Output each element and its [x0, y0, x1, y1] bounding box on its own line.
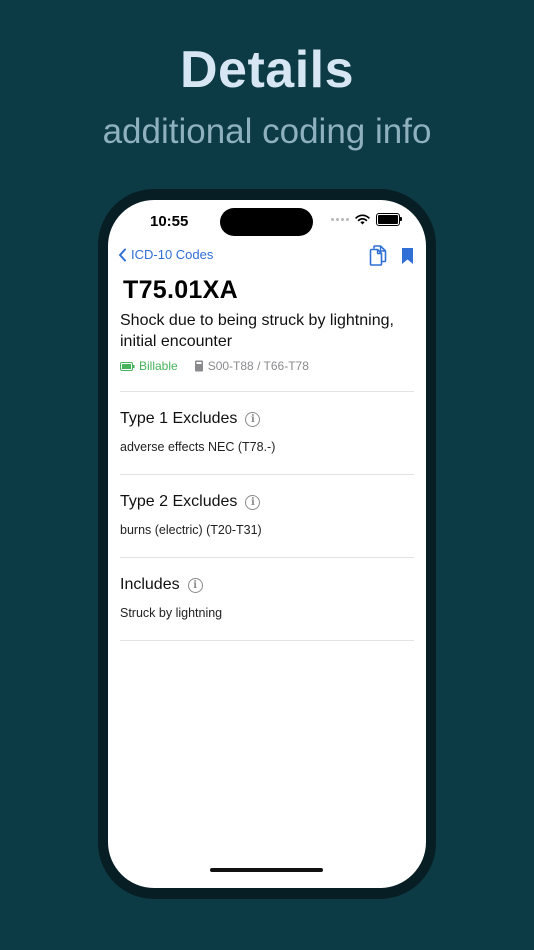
divider: [120, 557, 414, 558]
section-includes-header: Includes i: [120, 576, 203, 594]
section-type1-excludes-header: Type 1 Excludes i: [120, 410, 261, 428]
info-icon[interactable]: i: [245, 411, 261, 427]
phone-screen: 10:55 ICD-10 Codes T75.01XA Shock due to…: [108, 200, 426, 888]
code-title: T75.01XA: [123, 276, 238, 304]
battery-icon: [376, 213, 402, 226]
divider: [120, 474, 414, 475]
chevron-left-icon: [119, 248, 126, 261]
back-button[interactable]: ICD-10 Codes: [118, 247, 213, 262]
section-type2-excludes-body: burns (electric) (T20-T31): [120, 523, 262, 537]
code-range: S00-T88 / T66-T78: [194, 359, 309, 373]
section-includes-body: Struck by lightning: [120, 606, 223, 620]
book-icon: [194, 360, 203, 372]
home-indicator[interactable]: [210, 868, 323, 872]
bookmark-icon[interactable]: [401, 247, 414, 265]
promo-subtitle: additional coding info: [102, 112, 432, 151]
nav-bar: ICD-10 Codes: [118, 245, 414, 269]
wifi-icon: [355, 214, 370, 225]
cellular-signal-icon: [331, 218, 349, 221]
section-title: Type 1 Excludes: [120, 410, 238, 427]
copy-icon[interactable]: [369, 245, 387, 266]
info-icon[interactable]: i: [187, 577, 203, 593]
code-description: Shock due to being struck by lightning, …: [120, 312, 394, 350]
phone-frame: 10:55 ICD-10 Codes T75.01XA Shock due to…: [98, 189, 436, 899]
divider: [120, 640, 414, 641]
section-title: Type 2 Excludes: [120, 493, 238, 510]
info-icon[interactable]: i: [245, 494, 261, 510]
section-type2-excludes-header: Type 2 Excludes i: [120, 493, 261, 511]
billable-label: Billable: [139, 359, 178, 373]
promo-title: Details: [179, 41, 355, 99]
back-button-label: ICD-10 Codes: [131, 247, 214, 262]
code-range-label: S00-T88 / T66-T78: [207, 359, 309, 373]
billable-badge: Billable: [120, 359, 178, 373]
status-time: 10:55: [150, 213, 189, 230]
status-icons: [331, 213, 402, 226]
code-meta: Billable S00-T88 / T66-T78: [120, 359, 309, 373]
battery-full-icon: [120, 361, 135, 371]
divider: [120, 391, 414, 392]
nav-actions: [369, 245, 414, 266]
dynamic-island: [220, 208, 313, 236]
section-title: Includes: [120, 576, 180, 593]
section-type1-excludes-body: adverse effects NEC (T78.-): [120, 440, 276, 454]
